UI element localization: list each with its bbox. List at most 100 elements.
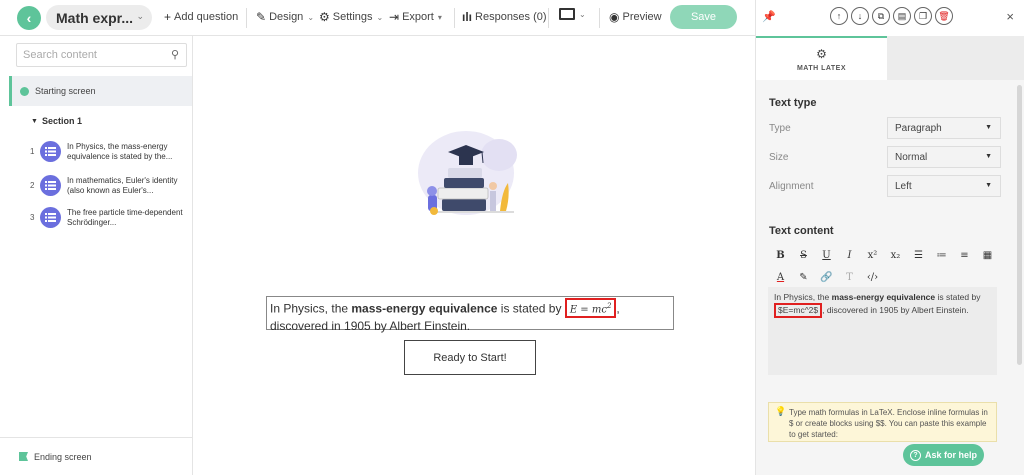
responses-button[interactable]: ılı Responses (0) xyxy=(462,10,547,24)
save-button[interactable]: Save xyxy=(670,5,737,29)
preview-button[interactable]: ◉ Preview xyxy=(609,10,662,24)
question-text-block[interactable]: In Physics, the mass-energy equivalence … xyxy=(266,296,674,333)
numbered-list-icon[interactable]: ≔ xyxy=(930,250,953,261)
pin-icon[interactable]: 📌 xyxy=(762,10,776,23)
list-icon xyxy=(40,175,61,196)
ready-to-start-button[interactable]: Ready to Start! xyxy=(404,340,536,375)
latex-tip: 💡 Type math formulas in LaTeX. Enclose i… xyxy=(768,402,997,442)
chevron-down-icon: ⌄ xyxy=(136,11,144,21)
lightbulb-icon: 💡 xyxy=(775,406,787,416)
question-number: 3 xyxy=(30,213,35,222)
device-preview-menu[interactable]: ⌄ xyxy=(559,8,586,20)
trash-icon[interactable]: 🗑 xyxy=(935,7,953,25)
list-icon xyxy=(40,141,61,162)
toolbar-divider xyxy=(599,8,600,28)
sidebar-item-ending-screen[interactable]: Ending screen xyxy=(0,437,193,475)
bold-icon[interactable]: B xyxy=(769,250,792,261)
size-value: Normal xyxy=(895,151,928,163)
clear-format-icon[interactable]: T xyxy=(838,272,861,283)
toolbar-divider xyxy=(246,8,247,28)
chevron-down-icon: ⌄ xyxy=(579,9,586,19)
toolbar-divider xyxy=(548,8,549,28)
question-item[interactable]: 2 In mathematics, Euler's identity (also… xyxy=(30,172,192,204)
caret-down-icon: ▾ xyxy=(437,12,442,22)
tab-bar-filler xyxy=(887,36,1024,80)
editor-bold-text: mass-energy equivalence xyxy=(831,292,936,302)
form-title: Math expr... xyxy=(56,9,134,26)
alignment-select[interactable]: Left ▼ xyxy=(887,175,1001,197)
caret-down-icon: ▼ xyxy=(985,153,992,160)
rich-text-toolbar: B S U I x² x₂ ☰ ≔ ≡ ▦ A ✎ 🔗 T ‹/› xyxy=(769,244,1001,288)
editor-text-part: In Physics, the xyxy=(774,292,832,302)
ask-for-help-button[interactable]: ? Ask for help xyxy=(903,444,984,466)
text-color-icon[interactable]: A xyxy=(769,272,792,283)
panel-header: 📌 ↑ ↓ ⧉ ▤ ❐ 🗑 × xyxy=(756,0,1024,36)
bar-chart-icon: ılı xyxy=(462,10,473,24)
search-input[interactable] xyxy=(23,49,163,61)
panel-scrollbar[interactable] xyxy=(1017,85,1022,365)
form-title-dropdown[interactable]: Math expr... ⌄ xyxy=(46,5,152,30)
subscript-icon[interactable]: x₂ xyxy=(884,250,907,261)
add-question-label: Add question xyxy=(174,11,239,23)
question-text-part: is stated by xyxy=(497,301,565,316)
latex-source-highlight: $E=mc^2$ xyxy=(774,303,823,318)
bullet-list-icon[interactable]: ☰ xyxy=(907,250,930,261)
superscript-icon[interactable]: x² xyxy=(861,250,884,261)
type-select[interactable]: Paragraph ▼ xyxy=(887,117,1001,139)
add-question-button[interactable]: + Add question xyxy=(164,10,238,24)
responses-label: Responses (0) xyxy=(475,11,547,23)
plus-icon: + xyxy=(164,10,172,24)
question-mark-icon: ? xyxy=(909,449,921,461)
tip-text: Type math formulas in LaTeX. Enclose inl… xyxy=(789,408,988,439)
text-content-heading: Text content xyxy=(769,225,834,237)
caret-down-icon: ▼ xyxy=(985,182,992,189)
type-value: Paragraph xyxy=(895,122,942,134)
section-label: Section 1 xyxy=(41,116,82,126)
export-label: Export xyxy=(402,11,434,23)
sidebar-item-starting-screen[interactable]: Starting screen xyxy=(9,76,192,106)
question-bold-text: mass-energy equivalence xyxy=(351,301,498,316)
ending-screen-label: Ending screen xyxy=(34,451,92,462)
settings-menu[interactable]: ⚙ Settings ⌄ xyxy=(319,10,383,24)
form-canvas: In Physics, the mass-energy equivalence … xyxy=(194,37,745,475)
move-up-icon[interactable]: ↑ xyxy=(830,7,848,25)
highlighter-icon[interactable]: ✎ xyxy=(792,272,815,283)
question-number: 2 xyxy=(30,181,35,190)
gear-icon: ⚙ xyxy=(816,46,827,61)
strikethrough-icon[interactable]: S xyxy=(792,250,815,261)
align-icon[interactable]: ≡ xyxy=(953,250,976,261)
table-icon[interactable]: ▦ xyxy=(976,250,999,261)
starting-screen-label: Starting screen xyxy=(35,86,96,96)
design-menu[interactable]: ✎ Design ⌄ xyxy=(256,10,314,24)
size-select[interactable]: Normal ▼ xyxy=(887,146,1001,168)
size-label: Size xyxy=(769,152,789,163)
top-toolbar: ‹ Math expr... ⌄ + Add question ✎ Design… xyxy=(0,0,755,36)
text-content-editor[interactable]: In Physics, the mass-energy equivalence … xyxy=(768,287,997,375)
italic-icon[interactable]: I xyxy=(838,250,861,261)
monitor-icon xyxy=(559,8,575,20)
export-menu[interactable]: ⇥ Export ▾ xyxy=(389,10,442,24)
math-base: E = mc xyxy=(569,304,607,316)
preview-icon: ◉ xyxy=(609,10,620,24)
underline-icon[interactable]: U xyxy=(815,250,838,261)
tab-math-latex[interactable]: ⚙ MATH LATEX xyxy=(756,36,887,80)
duplicate-icon[interactable]: ⧉ xyxy=(872,7,890,25)
question-item[interactable]: 1 In Physics, the mass-energy equivalenc… xyxy=(30,138,192,170)
question-text: The free particle time-dependent Schrödi… xyxy=(67,208,183,227)
question-text: In Physics, the mass-energy equivalence … xyxy=(67,142,173,161)
paste-icon[interactable]: ▤ xyxy=(893,7,911,25)
search-icon[interactable]: ⚲ xyxy=(171,48,179,61)
chevron-down-icon: ⌄ xyxy=(376,12,384,22)
settings-label: Settings xyxy=(332,11,373,23)
question-item[interactable]: 3 The free particle time-dependent Schrö… xyxy=(30,204,192,236)
copy-icon[interactable]: ❐ xyxy=(914,7,932,25)
link-icon[interactable]: 🔗 xyxy=(815,272,838,283)
move-down-icon[interactable]: ↓ xyxy=(851,7,869,25)
content-sidebar: ⚲ Starting screen ▼ Section 1 1 In Physi… xyxy=(0,36,193,475)
back-button[interactable]: ‹ xyxy=(17,6,41,30)
section-header[interactable]: ▼ Section 1 xyxy=(31,116,82,126)
code-icon[interactable]: ‹/› xyxy=(861,272,884,283)
close-icon[interactable]: × xyxy=(1006,9,1014,24)
gear-icon: ⚙ xyxy=(319,10,330,24)
graduation-illustration xyxy=(418,131,517,215)
